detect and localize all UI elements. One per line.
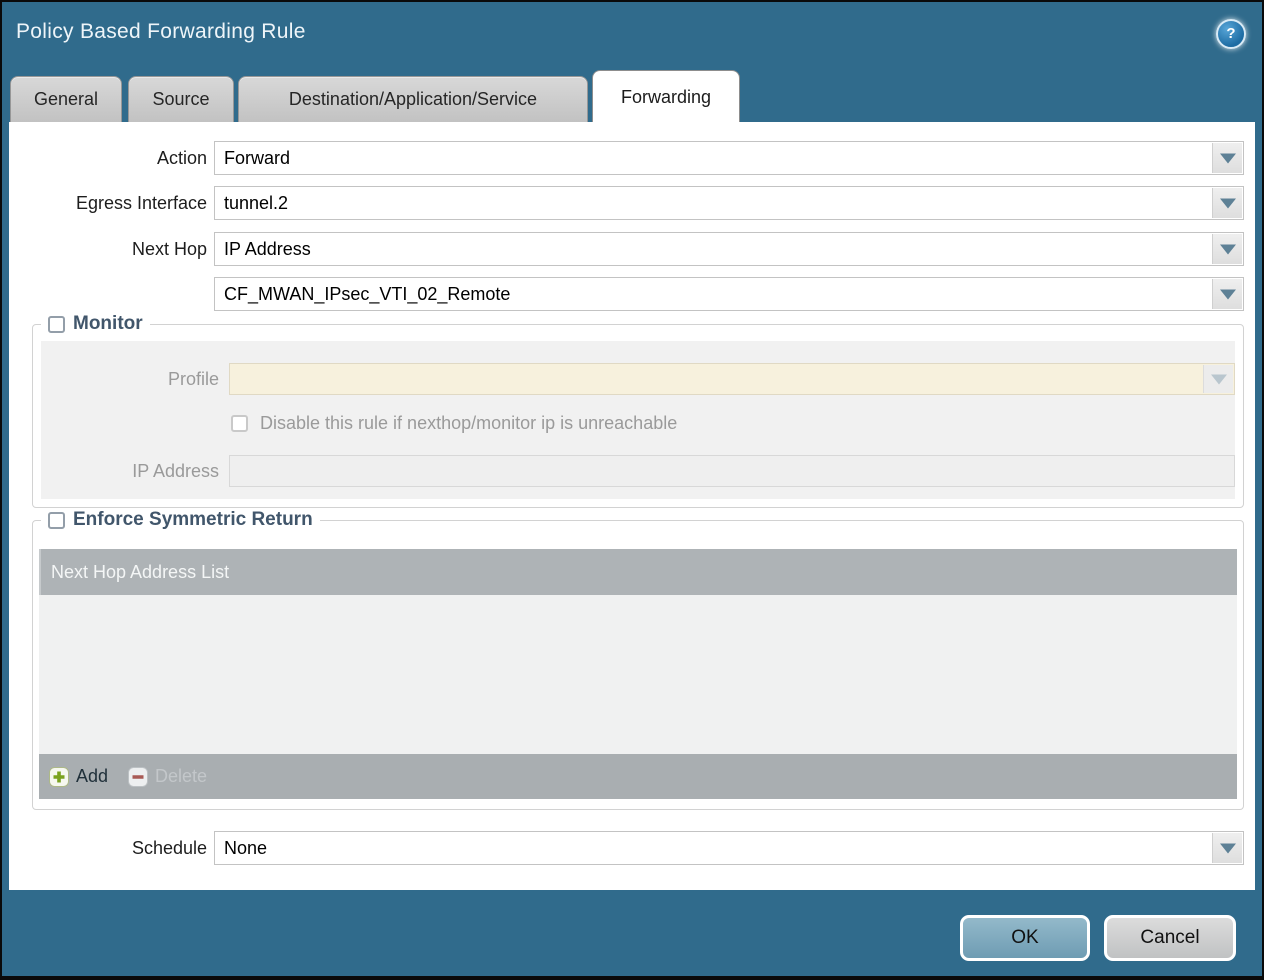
next-hop-address-select[interactable]: CF_MWAN_IPsec_VTI_02_Remote [214, 277, 1244, 311]
next-hop-type-select[interactable]: IP Address [214, 232, 1244, 266]
add-button-label: Add [76, 766, 108, 787]
help-icon[interactable]: ? [1216, 19, 1246, 49]
forwarding-tab-panel: Action Forward Egress Interface tunnel.2… [9, 122, 1255, 890]
dropdown-arrow-icon [1220, 245, 1236, 255]
next-hop-dropdown-button[interactable] [1212, 234, 1242, 264]
dropdown-arrow-icon [1220, 154, 1236, 164]
dropdown-arrow-icon [1220, 844, 1236, 854]
next-hop-address-value: CF_MWAN_IPsec_VTI_02_Remote [224, 278, 1209, 310]
monitor-legend: Monitor [73, 313, 143, 335]
minus-icon [128, 767, 148, 787]
dropdown-arrow-icon [1220, 290, 1236, 300]
delete-button-label: Delete [155, 766, 207, 787]
add-button[interactable]: Add [49, 766, 108, 787]
monitor-ip-address-label: IP Address [41, 455, 219, 487]
tab-destination-application-service[interactable]: Destination/Application/Service [238, 76, 588, 122]
profile-dropdown-button [1203, 365, 1233, 393]
schedule-select[interactable]: None [214, 831, 1244, 865]
action-label: Action [9, 141, 207, 175]
monitor-ip-address-input [229, 455, 1235, 487]
profile-select [229, 363, 1235, 395]
schedule-value: None [224, 832, 1209, 864]
egress-interface-select[interactable]: tunnel.2 [214, 186, 1244, 220]
next-hop-address-dropdown-button[interactable] [1212, 279, 1242, 309]
next-hop-address-list-body[interactable] [39, 595, 1237, 754]
egress-interface-label: Egress Interface [9, 186, 207, 220]
monitor-disabled-panel: Profile Disable this rule if nexthop/mon… [41, 341, 1235, 499]
action-select[interactable]: Forward [214, 141, 1244, 175]
pbf-rule-dialog: Policy Based Forwarding Rule ? General S… [2, 2, 1262, 976]
egress-interface-value: tunnel.2 [224, 187, 1209, 219]
egress-interface-dropdown-button[interactable] [1212, 188, 1242, 218]
plus-icon [49, 767, 69, 787]
tab-source[interactable]: Source [128, 76, 234, 122]
enforce-symmetric-return-legend: Enforce Symmetric Return [73, 509, 313, 531]
ok-button[interactable]: OK [960, 915, 1090, 961]
action-value: Forward [224, 142, 1209, 174]
disable-rule-checkbox [231, 415, 248, 432]
profile-label: Profile [41, 363, 219, 395]
enforce-symmetric-return-fieldset: Enforce Symmetric Return Next Hop Addres… [32, 520, 1244, 810]
dropdown-arrow-icon [1211, 375, 1227, 385]
monitor-fieldset: Monitor Profile Disable this rule if nex… [32, 324, 1244, 508]
dropdown-arrow-icon [1220, 199, 1236, 209]
schedule-dropdown-button[interactable] [1212, 833, 1242, 863]
enforce-symmetric-return-checkbox[interactable] [48, 512, 65, 529]
cancel-button[interactable]: Cancel [1104, 915, 1236, 961]
tab-bar: General Source Destination/Application/S… [10, 70, 1254, 122]
tab-forwarding[interactable]: Forwarding [592, 70, 740, 122]
dialog-title: Policy Based Forwarding Rule [16, 20, 306, 44]
monitor-checkbox[interactable] [48, 316, 65, 333]
schedule-label: Schedule [9, 831, 207, 865]
next-hop-type-value: IP Address [224, 233, 1209, 265]
next-hop-address-list-footer: Add Delete [39, 754, 1237, 799]
next-hop-address-table: Next Hop Address List Add [39, 549, 1237, 799]
next-hop-address-list-header: Next Hop Address List [39, 549, 1237, 595]
delete-button[interactable]: Delete [128, 766, 207, 787]
next-hop-label: Next Hop [9, 232, 207, 266]
action-dropdown-button[interactable] [1212, 143, 1242, 173]
disable-rule-label: Disable this rule if nexthop/monitor ip … [260, 413, 677, 434]
tab-general[interactable]: General [10, 76, 122, 122]
